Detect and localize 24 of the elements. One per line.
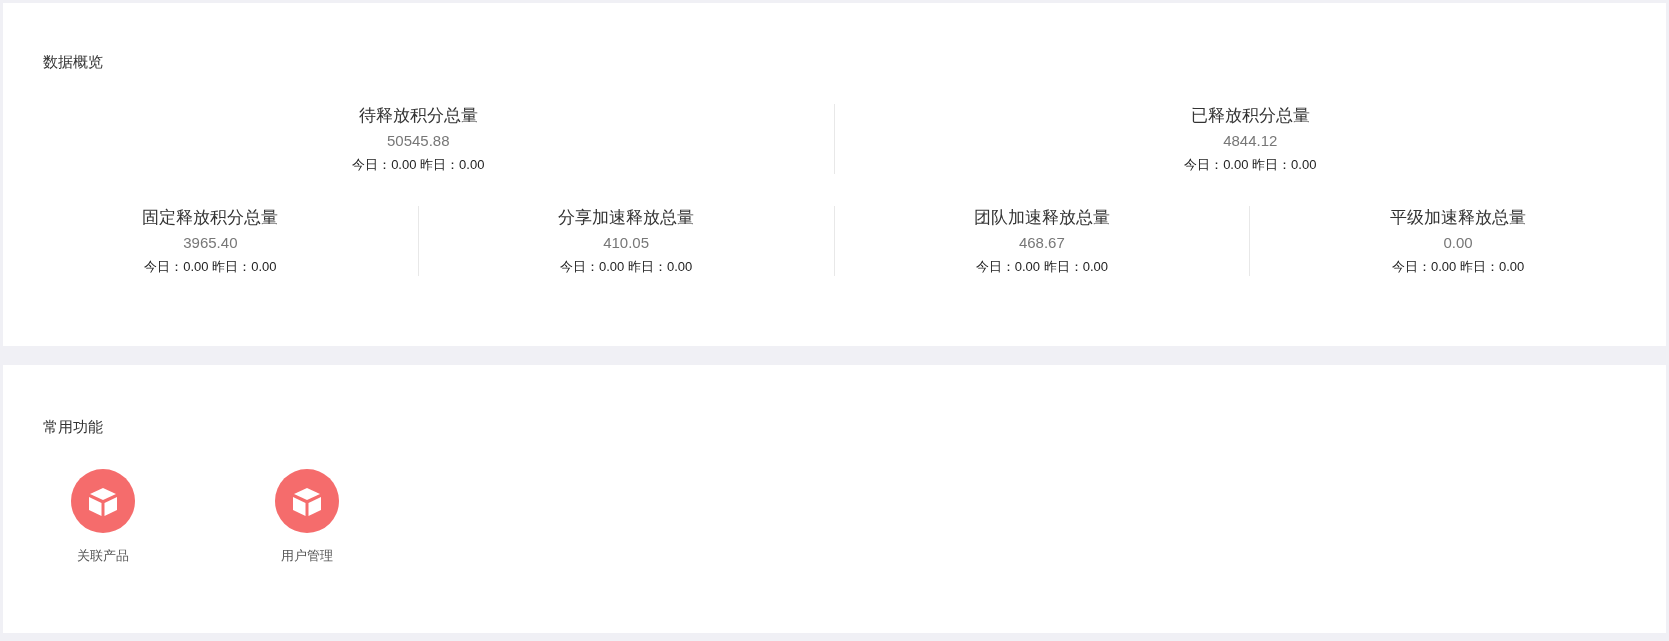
- stat-detail: 今日：0.00 昨日：0.00: [352, 156, 485, 174]
- cube-icon[interactable]: [71, 469, 135, 533]
- stat-label: 固定释放积分总量: [142, 207, 279, 229]
- stat-value: 50545.88: [386, 131, 450, 151]
- stat-detail: 今日：0.00 昨日：0.00: [975, 258, 1108, 276]
- stat-label: 团队加速释放总量: [973, 207, 1110, 229]
- stat-label: 平级加速释放总量: [1390, 207, 1527, 229]
- stat-value: 4844.12: [1223, 131, 1278, 151]
- stat-label: 分享加速释放总量: [558, 207, 695, 229]
- stat-value: 410.05: [603, 233, 650, 253]
- shortcut-label[interactable]: 用户管理: [281, 546, 333, 566]
- section-title: 数据概览: [43, 53, 103, 70]
- cube-icon[interactable]: [275, 469, 339, 533]
- shortcut-label[interactable]: 关联产品: [77, 546, 129, 566]
- stat-value: 468.67: [1018, 233, 1065, 253]
- stat-value: 3965.40: [183, 233, 238, 253]
- stat-detail: 今日：0.00 昨日：0.00: [560, 258, 693, 276]
- stat-label: 已释放积分总量: [1190, 105, 1310, 127]
- stat-label: 待释放积分总量: [358, 105, 478, 127]
- stat-detail: 今日：0.00 昨日：0.00: [144, 258, 277, 276]
- section-title: 常用功能: [43, 418, 103, 435]
- stat-value: 0.00: [1443, 233, 1473, 253]
- stat-detail: 今日：0.00 昨日：0.00: [1184, 156, 1317, 174]
- stat-detail: 今日：0.00 昨日：0.00: [1392, 258, 1525, 276]
